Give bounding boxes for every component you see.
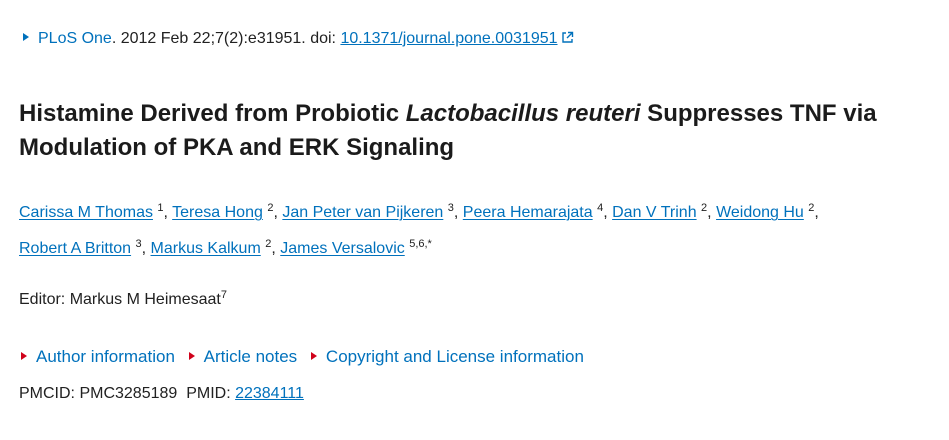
author-list: Carissa M Thomas 1, Teresa Hong 2, Jan P…: [19, 195, 944, 267]
accordion-label: Article notes: [203, 347, 298, 366]
author-item: Carissa M Thomas 1,: [19, 202, 173, 222]
citation-details: . 2012 Feb 22;7(2):e31951. doi:: [111, 30, 341, 47]
doi-link[interactable]: 10.1371/journal.pone.0031951: [340, 30, 573, 47]
author-item: Jan Peter van Pijkeren 3,: [282, 202, 463, 222]
journal-link[interactable]: PLoS One: [38, 30, 112, 47]
author-affiliation: 4: [597, 202, 604, 214]
author-item: Robert A Britton 3,: [19, 238, 151, 258]
author-affiliation: 2: [267, 202, 274, 214]
author-link[interactable]: Markus Kalkum: [151, 240, 261, 257]
pmid-link[interactable]: 22384111: [235, 385, 304, 402]
author-link[interactable]: Peera Hemarajata: [463, 204, 593, 221]
accordion-label: Copyright and License information: [325, 347, 584, 366]
author-information-toggle[interactable]: Author information: [21, 346, 175, 368]
external-link-icon: [561, 31, 573, 43]
author-link[interactable]: Weidong Hu: [716, 204, 804, 221]
expand-triangle-icon: [188, 352, 195, 360]
author-affiliation: 2: [701, 202, 708, 214]
expand-triangle-icon: [21, 352, 27, 360]
article-title: Histamine Derived from Probiotic Lactoba…: [19, 97, 944, 165]
author-affiliation: 2: [808, 202, 815, 214]
author-item: Teresa Hong 2,: [172, 202, 283, 222]
author-link[interactable]: Jan Peter van Pijkeren: [282, 204, 443, 221]
copyright-license-toggle[interactable]: Copyright and License information: [310, 346, 584, 368]
author-affiliation: 1: [157, 202, 164, 214]
author-item: Weidong Hu 2,: [716, 202, 819, 222]
editor-label: Editor: Markus M Heimesaat: [19, 291, 221, 308]
author-affiliation: 5,6,*: [409, 238, 432, 250]
pmid-label: PMID:: [186, 385, 236, 402]
expand-triangle-icon: [23, 33, 29, 41]
expand-triangle-icon: [310, 352, 317, 360]
accordion-label: Author information: [36, 347, 175, 366]
author-affiliation: 3: [447, 202, 454, 214]
citation-line: PLoS One. 2012 Feb 22;7(2):e31951. doi: …: [23, 28, 574, 50]
editor-affiliation: 7: [220, 289, 227, 301]
editor-line: Editor: Markus M Heimesaat7: [19, 289, 227, 311]
title-species: Lactobacillus reuteri: [405, 100, 641, 127]
author-item: Markus Kalkum 2,: [150, 238, 281, 258]
pmcid-text: PMCID: PMC3285189: [19, 385, 178, 402]
author-affiliation: 3: [135, 238, 142, 250]
author-affiliation: 2: [265, 238, 272, 250]
author-link[interactable]: Robert A Britton: [19, 240, 131, 257]
author-link[interactable]: Teresa Hong: [172, 204, 263, 221]
author-link[interactable]: James Versalovic: [280, 240, 405, 257]
title-part1: Histamine Derived from Probiotic: [19, 100, 406, 127]
article-info-accordions: Author information Article notes Copyrig…: [21, 346, 593, 368]
doi-text: 10.1371/journal.pone.0031951: [340, 30, 558, 47]
article-notes-toggle[interactable]: Article notes: [188, 346, 298, 368]
article-ids: PMCID: PMC3285189 PMID: 22384111: [19, 383, 304, 405]
author-link[interactable]: Dan V Trinh: [612, 204, 696, 221]
author-item: James Versalovic 5,6,*: [280, 238, 432, 258]
author-item: Peera Hemarajata 4,: [462, 202, 613, 222]
author-item: Dan V Trinh 2,: [612, 202, 717, 222]
author-link[interactable]: Carissa M Thomas: [19, 204, 153, 221]
